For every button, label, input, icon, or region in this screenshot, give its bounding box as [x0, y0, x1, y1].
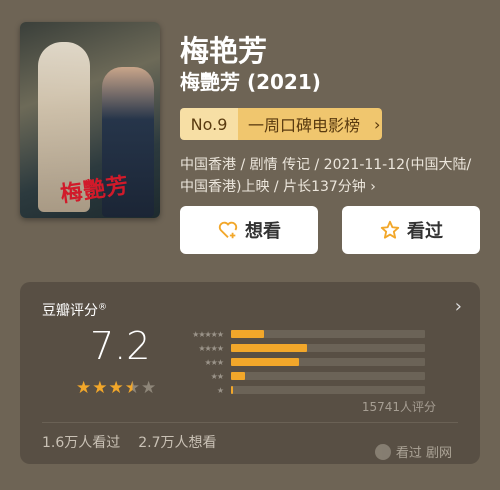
- rating-bar-row: ★★: [175, 369, 425, 383]
- rating-count: 15741人评分: [361, 400, 436, 414]
- want-count: 2.7万人想看: [138, 435, 217, 451]
- rating-bar-track: [231, 372, 425, 380]
- rating-panel[interactable]: 豆瓣评分® › 7.2 ★ ★ ★ ★ ★ ★★★★★ ★★★★ ★★★ ★★ ★ 15741人…: [20, 282, 480, 464]
- seen-label: 看过: [407, 221, 443, 242]
- rating-bar-fill: [231, 358, 299, 366]
- rating-bar-row: ★: [175, 383, 425, 397]
- chevron-right-icon[interactable]: ›: [455, 296, 462, 317]
- rating-distribution: ★★★★★ ★★★★ ★★★ ★★ ★: [175, 327, 425, 397]
- rank-badge[interactable]: No.9 一周口碑电影榜 ›: [180, 108, 382, 140]
- watermark-text: 看过 剧网: [395, 446, 452, 461]
- rating-bar-track: [231, 386, 425, 394]
- registered-mark: ®: [98, 302, 107, 313]
- star-outline-icon: [380, 220, 400, 239]
- rating-bar-fill: [231, 372, 245, 380]
- star-icon: ★: [92, 378, 108, 398]
- star-level-icon: ★★★: [204, 357, 224, 367]
- star-icon: ★: [108, 378, 124, 398]
- star-level-icon: ★★★★: [198, 343, 224, 353]
- star-icon: ★: [76, 378, 92, 398]
- rating-score: 7.2: [90, 324, 151, 368]
- star-icon: ★: [141, 378, 157, 398]
- divider: [42, 422, 458, 423]
- rating-bar-fill: [231, 386, 233, 394]
- watermark-logo-icon: [374, 443, 391, 460]
- rating-bar-track: [231, 344, 425, 352]
- rating-bar-fill: [231, 330, 264, 338]
- rating-bar-track: [231, 358, 425, 366]
- rating-bar-row: ★★★: [175, 355, 425, 369]
- watched-button[interactable]: 看过: [342, 206, 480, 254]
- rank-list-name: 一周口碑电影榜: [248, 116, 361, 135]
- rating-bar-row: ★★★★★: [175, 327, 425, 341]
- movie-poster[interactable]: 梅艷芳: [20, 22, 160, 218]
- rating-heading-text: 豆瓣评分: [42, 303, 98, 319]
- want-label: 想看: [245, 221, 281, 242]
- seen-count: 1.6万人看过: [42, 435, 121, 451]
- watermark: 看过 剧网: [374, 442, 452, 461]
- want-to-watch-button[interactable]: 想看: [180, 206, 318, 254]
- star-level-icon: ★★: [210, 371, 224, 381]
- rating-heading: 豆瓣评分®: [42, 300, 107, 320]
- movie-meta[interactable]: 中国香港 / 剧情 传记 / 2021-11-12(中国大陆/中国香港)上映 /…: [180, 154, 480, 198]
- rating-bar-track: [231, 330, 425, 338]
- watch-stats: 1.6万人看过 2.7万人想看: [42, 432, 217, 452]
- heart-plus-icon: [218, 221, 238, 239]
- star-icon: ★: [124, 378, 140, 398]
- rating-bar-row: ★★★★: [175, 341, 425, 355]
- rating-stars: ★ ★ ★ ★ ★: [76, 378, 156, 398]
- rating-bar-fill: [231, 344, 307, 352]
- movie-original-title: 梅艷芳 (2021): [180, 70, 321, 94]
- star-level-icon: ★★★★★: [192, 329, 224, 339]
- movie-title: 梅艳芳: [180, 34, 268, 68]
- rank-number: No.9: [180, 108, 238, 140]
- star-level-icon: ★: [216, 385, 224, 395]
- rank-list: 一周口碑电影榜 ›: [238, 108, 382, 140]
- chevron-right-icon: ›: [374, 114, 381, 134]
